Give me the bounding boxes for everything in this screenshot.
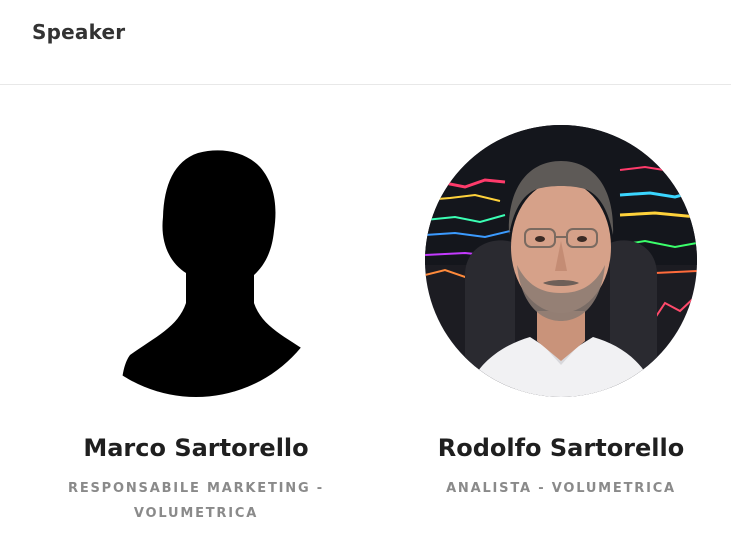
avatar (60, 125, 332, 397)
avatar (425, 125, 697, 397)
section-header: Speaker (0, 0, 731, 85)
speaker-name: Rodolfo Sartorello (437, 434, 685, 462)
speaker-role: RESPONSABILE MARKETING - VOLUMETRICA (68, 481, 324, 521)
speaker-card-marco: Marco Sartorello RESPONSABILE MARKETING … (31, 125, 361, 526)
person-photo (425, 125, 697, 397)
speaker-role: ANALISTA - VOLUMETRICA (446, 481, 676, 496)
speaker-name: Marco Sartorello (83, 434, 309, 462)
section-title: Speaker (32, 20, 126, 44)
silhouette-placeholder-icon (60, 125, 332, 397)
speaker-card-rodolfo: Rodolfo Sartorello ANALISTA - VOLUMETRIC… (396, 125, 726, 501)
